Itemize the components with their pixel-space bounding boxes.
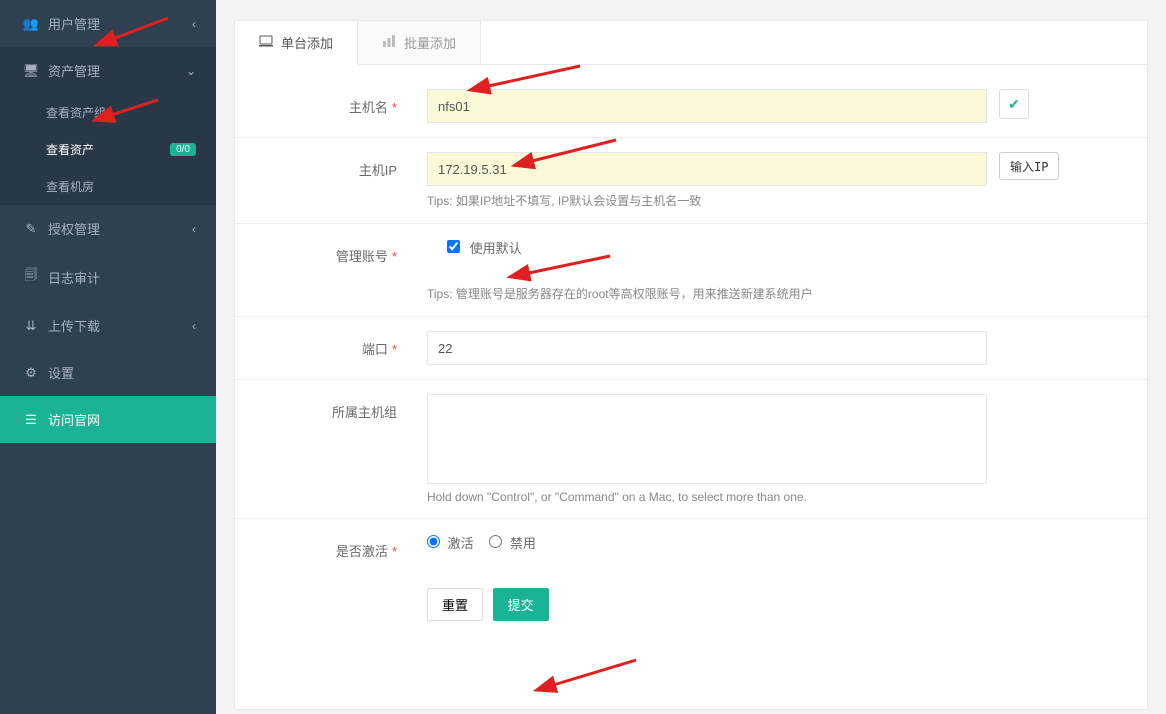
field-group: Hold down "Control", or "Command" on a M… <box>427 394 1115 504</box>
label-hostname: 主机名 * <box>267 89 397 116</box>
users-icon: 👥 <box>22 16 40 32</box>
field-hostname: ✔ <box>427 89 1115 123</box>
sidebar-item-label: 查看资产组 <box>46 104 106 121</box>
sidebar-item-label: 查看机房 <box>46 178 94 195</box>
row-hostip: 主机IP 输入IP Tips: 如果IP地址不填写, IP默认会设置与主机名一致 <box>235 138 1147 224</box>
tabs: 单台添加 批量添加 <box>235 21 1147 65</box>
use-default-checkbox[interactable] <box>447 240 460 253</box>
active-off-radio[interactable] <box>489 535 502 548</box>
label-text: 是否激活 <box>336 544 388 559</box>
hostip-input[interactable] <box>427 152 987 186</box>
label-text: 主机IP <box>359 163 397 178</box>
sidebar-item-label: 查看资产 <box>46 141 94 158</box>
label-text: 端口 <box>362 342 388 357</box>
port-input[interactable] <box>427 331 987 365</box>
sidebar-item-assets[interactable]: 🖥 资产管理 ⌄ <box>0 47 216 94</box>
active-on-radio[interactable] <box>427 535 440 548</box>
list-icon: ☰ <box>22 412 40 428</box>
label-port: 端口 * <box>267 331 397 358</box>
tab-filler <box>481 21 1147 65</box>
tip-admin: Tips: 管理账号是服务器存在的root等高权限账号，用来推送新建系统用户 <box>427 285 1115 302</box>
sidebar-item-label: 访问官网 <box>48 410 100 429</box>
chevron-left-icon: ‹ <box>192 17 196 31</box>
field-port <box>427 331 1115 365</box>
chevron-left-icon: ‹ <box>192 222 196 236</box>
gear-icon: ⚙ <box>22 365 40 381</box>
radio-label: 激活 <box>448 536 474 551</box>
field-admin: 使用默认 Tips: 管理账号是服务器存在的root等高权限账号，用来推送新建系… <box>427 238 1115 302</box>
sidebar-item-asset-groups[interactable]: 查看资产组 <box>0 94 216 131</box>
sidebar-sub-assets: 查看资产组 查看资产 0/0 查看机房 <box>0 94 216 205</box>
tip-group: Hold down "Control", or "Command" on a M… <box>427 490 1115 504</box>
edit-icon: ✎ <box>22 221 40 237</box>
required-mark: * <box>392 544 397 559</box>
files-icon: 🗐 <box>22 266 40 288</box>
sidebar-item-users[interactable]: 👥 用户管理 ‹ <box>0 0 216 47</box>
label-hostip: 主机IP <box>267 152 397 179</box>
sidebar-item-view-assets[interactable]: 查看资产 0/0 <box>0 131 216 168</box>
row-hostname: 主机名 * ✔ <box>235 65 1147 138</box>
field-buttons: 重置 提交 <box>427 588 1115 621</box>
label-text: 主机名 <box>349 100 388 115</box>
reset-button[interactable]: 重置 <box>427 588 483 621</box>
download-icon: ⇊ <box>22 318 40 334</box>
use-default-option[interactable]: 使用默认 <box>447 241 522 256</box>
radio-label: 禁用 <box>510 536 536 551</box>
sidebar-item-perms[interactable]: ✎ 授权管理 ‹ <box>0 205 216 252</box>
checkbox-label: 使用默认 <box>470 241 522 256</box>
sidebar-item-label: 设置 <box>48 363 74 382</box>
sidebar-item-logs[interactable]: 🗐 日志审计 <box>0 252 216 302</box>
laptop-icon <box>259 35 273 50</box>
sidebar-item-view-idc[interactable]: 查看机房 <box>0 168 216 205</box>
row-admin: 管理账号 * 使用默认 Tips: 管理账号是服务器存在的root等高权限账号，用… <box>235 224 1147 317</box>
required-mark: * <box>392 249 397 264</box>
sidebar: 👥 用户管理 ‹ 🖥 资产管理 ⌄ 查看资产组 查看资产 0/0 查看机房 ✎ … <box>0 0 216 714</box>
group-select[interactable] <box>427 394 987 484</box>
label-active: 是否激活 * <box>267 533 397 560</box>
tip-hostip: Tips: 如果IP地址不填写, IP默认会设置与主机名一致 <box>427 192 1115 209</box>
row-active: 是否激活 * 激活 禁用 <box>235 519 1147 574</box>
label-empty <box>267 588 397 596</box>
row-buttons: 重置 提交 <box>235 574 1147 635</box>
tab-label: 单台添加 <box>281 33 333 52</box>
label-admin: 管理账号 * <box>267 238 397 265</box>
sidebar-item-visit-site[interactable]: ☰ 访问官网 <box>0 396 216 443</box>
tab-single-add[interactable]: 单台添加 <box>235 21 358 65</box>
laptop-icon: 🖥 <box>22 63 40 79</box>
badge-count: 0/0 <box>170 143 196 156</box>
label-text: 管理账号 <box>336 249 388 264</box>
chevron-left-icon: ‹ <box>192 319 196 333</box>
sidebar-item-updown[interactable]: ⇊ 上传下载 ‹ <box>0 302 216 349</box>
required-mark: * <box>392 342 397 357</box>
sidebar-item-label: 日志审计 <box>48 268 100 287</box>
active-on-option[interactable]: 激活 <box>427 536 477 551</box>
enter-ip-button[interactable]: 输入IP <box>999 152 1059 180</box>
panel-add-asset: 单台添加 批量添加 主机名 * ✔ 主机IP <box>234 20 1148 710</box>
active-off-option[interactable]: 禁用 <box>489 536 536 551</box>
chart-icon <box>382 35 396 50</box>
sidebar-item-label: 授权管理 <box>48 219 100 238</box>
label-text: 所属主机组 <box>332 405 397 420</box>
check-ok-icon: ✔ <box>999 89 1029 119</box>
chevron-down-icon: ⌄ <box>186 64 196 78</box>
field-active: 激活 禁用 <box>427 533 1115 552</box>
main-area: 单台添加 批量添加 主机名 * ✔ 主机IP <box>216 0 1166 714</box>
sidebar-item-label: 资产管理 <box>48 61 100 80</box>
sidebar-item-settings[interactable]: ⚙ 设置 <box>0 349 216 396</box>
sidebar-item-label: 用户管理 <box>48 14 100 33</box>
row-port: 端口 * <box>235 317 1147 380</box>
field-hostip: 输入IP Tips: 如果IP地址不填写, IP默认会设置与主机名一致 <box>427 152 1115 209</box>
required-mark: * <box>392 100 397 115</box>
sidebar-item-label: 上传下载 <box>48 316 100 335</box>
tab-label: 批量添加 <box>404 33 456 52</box>
hostname-input[interactable] <box>427 89 987 123</box>
label-group: 所属主机组 <box>267 394 397 421</box>
submit-button[interactable]: 提交 <box>493 588 549 621</box>
row-group: 所属主机组 Hold down "Control", or "Command" … <box>235 380 1147 519</box>
tab-batch-add[interactable]: 批量添加 <box>358 21 481 65</box>
